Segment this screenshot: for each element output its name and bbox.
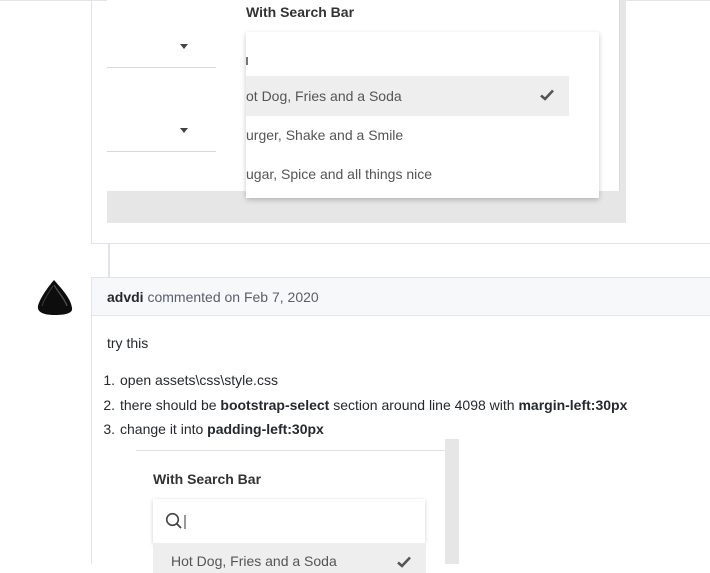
dropdown-option: Hot Dog, Fries and a Soda [171,553,337,569]
comment-date[interactable]: commented on Feb 7, 2020 [147,289,318,305]
chevron-down-icon [180,44,188,49]
timeline-line [108,244,110,278]
dropdown-option: urger, Shake and a Smile [246,127,404,143]
search-box [153,499,425,543]
comment-meta: advdi commented on Feb 7, 2020 [107,289,319,305]
comment-box-border [91,0,92,243]
dropdown-option: ot Dog, Fries and a Soda [246,88,402,104]
list-text: there should be [120,397,221,413]
checkmark-icon [397,556,411,568]
list-text: section around line 4098 with [329,397,519,413]
checkmark-icon [540,89,554,101]
author-link[interactable]: advdi [107,289,144,305]
list-text: open assets\css\style.css [120,372,278,388]
screenshot-divider [136,450,445,451]
list-item: 3. change it into padding-left:30px [101,421,324,437]
comment-intro: try this [107,335,149,351]
list-text: change it into [120,421,208,437]
list-number: 2. [103,397,115,413]
avatar[interactable] [36,278,74,316]
list-number: 3. [103,421,115,437]
screenshot-divider [619,0,620,191]
comment-box-border [91,316,92,564]
list-number: 1. [103,372,115,388]
screenshot-edge [445,439,459,564]
search-caret [246,57,248,65]
list-bold: padding-left:30px [207,421,324,437]
list-item: 1. open assets\css\style.css [101,372,278,388]
dropdown-title: With Search Bar [153,471,262,487]
dropdown-option: ugar, Spice and all things nice [246,166,433,182]
select-underline [107,151,216,152]
comment-box-border [91,243,710,244]
dropdown-title: With Search Bar [246,4,355,20]
chevron-down-icon [180,128,188,133]
list-item: 2. there should be bootstrap-select secti… [101,397,627,413]
list-bold: margin-left:30px [518,397,628,413]
select-underline [107,67,216,68]
list-bold: bootstrap-select [220,397,330,413]
search-icon [165,512,186,529]
